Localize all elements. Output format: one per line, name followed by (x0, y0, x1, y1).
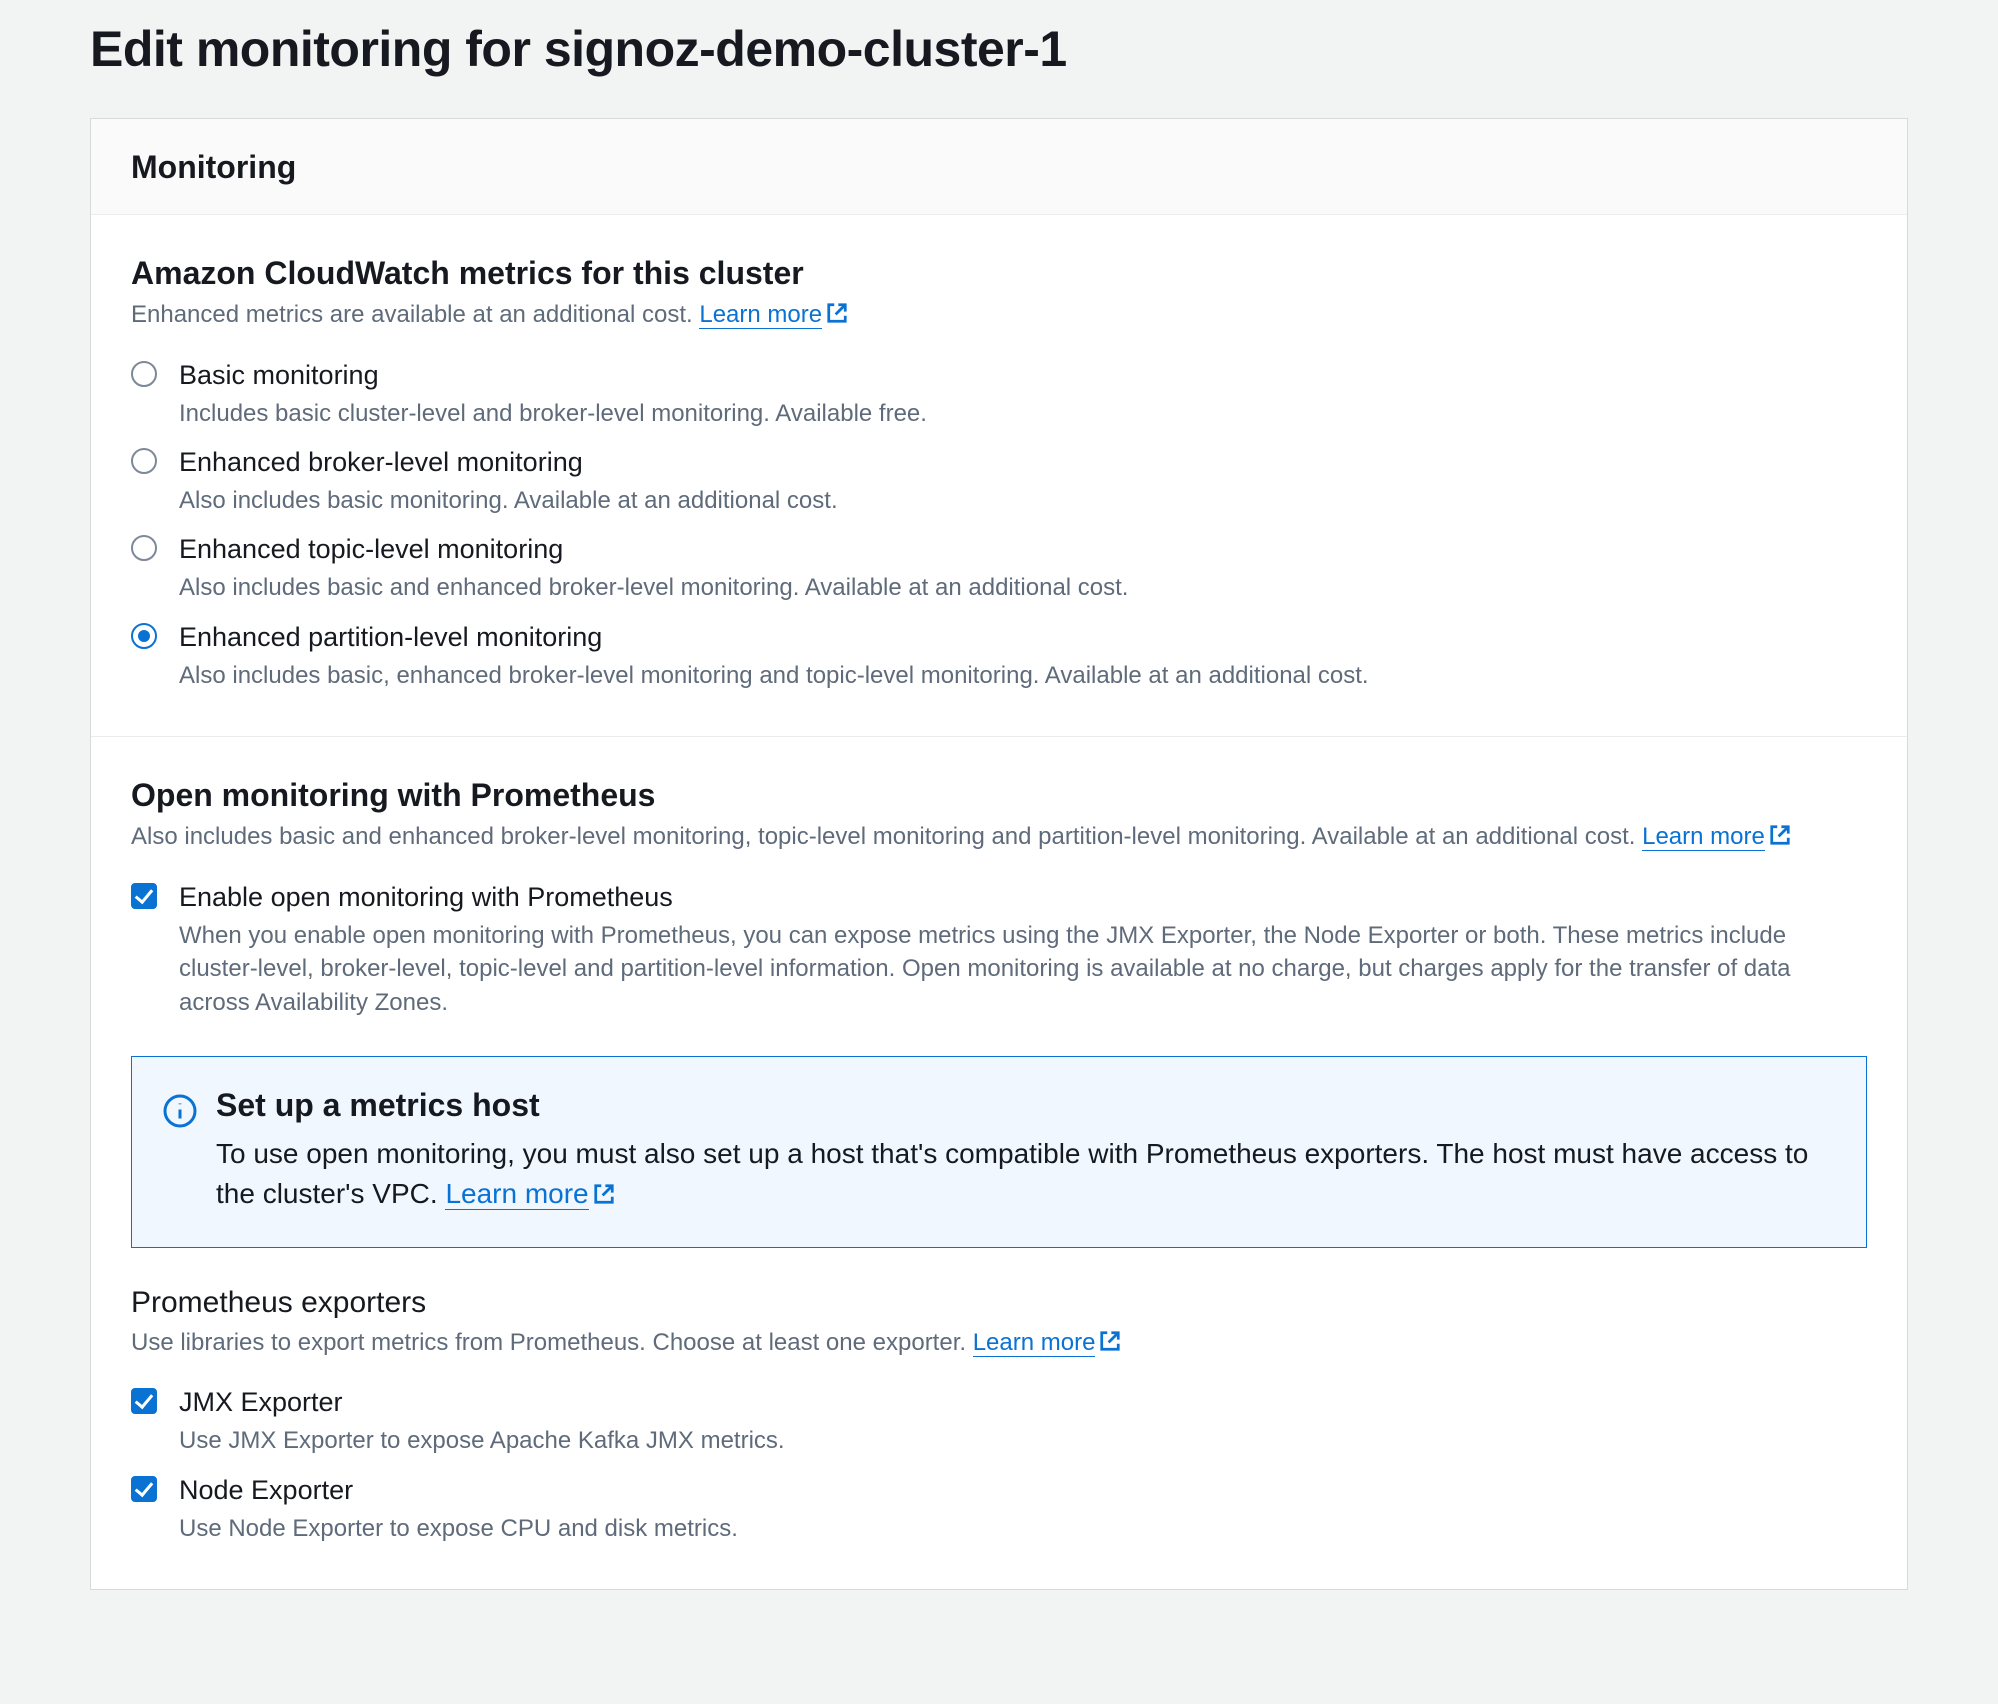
external-link-icon (1769, 822, 1791, 857)
radio-desc: Also includes basic, enhanced broker-lev… (179, 659, 1867, 693)
cloudwatch-subtext: Enhanced metrics are available at an add… (131, 298, 1867, 335)
checkbox-label: Node Exporter (179, 1474, 1867, 1508)
checkbox-input[interactable] (131, 883, 157, 909)
checkbox-label: Enable open monitoring with Prometheus (179, 881, 1867, 915)
radio-desc: Includes basic cluster-level and broker-… (179, 397, 1867, 431)
radio-option-broker[interactable]: Enhanced broker-level monitoring Also in… (131, 438, 1867, 525)
enable-prometheus-option[interactable]: Enable open monitoring with Prometheus W… (131, 873, 1867, 1028)
radio-option-basic[interactable]: Basic monitoring Includes basic cluster-… (131, 351, 1867, 438)
exporters-heading: Prometheus exporters (131, 1286, 1867, 1320)
prometheus-subtext: Also includes basic and enhanced broker-… (131, 820, 1867, 857)
exporters-learn-more-link[interactable]: Learn more (973, 1329, 1096, 1357)
cloudwatch-section: Amazon CloudWatch metrics for this clust… (91, 215, 1907, 736)
radio-desc: Also includes basic monitoring. Availabl… (179, 484, 1867, 518)
checkbox-input[interactable] (131, 1388, 157, 1414)
prometheus-section: Open monitoring with Prometheus Also inc… (91, 736, 1907, 1589)
cloudwatch-subtext-text: Enhanced metrics are available at an add… (131, 301, 699, 328)
learn-more-text: Learn more (699, 301, 822, 328)
radio-input[interactable] (131, 623, 157, 649)
card-header-title: Monitoring (131, 149, 1867, 186)
prometheus-learn-more-link[interactable]: Learn more (1642, 823, 1765, 851)
exporters-subtext-text: Use libraries to export metrics from Pro… (131, 1329, 973, 1356)
infobox-learn-more-link[interactable]: Learn more (445, 1178, 588, 1210)
learn-more-text: Learn more (1642, 823, 1765, 850)
infobox-body: To use open monitoring, you must also se… (216, 1134, 1832, 1217)
radio-label: Enhanced topic-level monitoring (179, 533, 1867, 567)
external-link-icon (1099, 1328, 1121, 1363)
learn-more-text: Learn more (445, 1178, 588, 1209)
radio-label: Enhanced partition-level monitoring (179, 621, 1867, 655)
radio-label: Enhanced broker-level monitoring (179, 446, 1867, 480)
radio-input[interactable] (131, 448, 157, 474)
radio-input[interactable] (131, 361, 157, 387)
cloudwatch-heading: Amazon CloudWatch metrics for this clust… (131, 255, 1867, 292)
monitoring-card: Monitoring Amazon CloudWatch metrics for… (90, 118, 1908, 1590)
radio-label: Basic monitoring (179, 359, 1867, 393)
radio-desc: Also includes basic and enhanced broker-… (179, 571, 1867, 605)
radio-input[interactable] (131, 535, 157, 561)
exporters-block: Prometheus exporters Use libraries to ex… (131, 1286, 1867, 1553)
external-link-icon (826, 300, 848, 335)
page-title: Edit monitoring for signoz-demo-cluster-… (90, 20, 1908, 78)
prometheus-heading: Open monitoring with Prometheus (131, 777, 1867, 814)
checkbox-desc: Use Node Exporter to expose CPU and disk… (179, 1512, 1867, 1546)
infobox-title: Set up a metrics host (216, 1087, 1832, 1124)
exporter-option-node[interactable]: Node Exporter Use Node Exporter to expos… (131, 1466, 1867, 1553)
radio-option-topic[interactable]: Enhanced topic-level monitoring Also inc… (131, 525, 1867, 612)
external-link-icon (593, 1176, 615, 1217)
exporter-option-jmx[interactable]: JMX Exporter Use JMX Exporter to expose … (131, 1378, 1867, 1465)
checkbox-desc: When you enable open monitoring with Pro… (179, 919, 1867, 1020)
exporters-subtext: Use libraries to export metrics from Pro… (131, 1326, 1867, 1363)
metrics-host-infobox: Set up a metrics host To use open monito… (131, 1056, 1867, 1248)
cloudwatch-learn-more-link[interactable]: Learn more (699, 301, 822, 329)
card-header: Monitoring (91, 119, 1907, 215)
checkbox-label: JMX Exporter (179, 1386, 1867, 1420)
checkbox-input[interactable] (131, 1476, 157, 1502)
checkbox-desc: Use JMX Exporter to expose Apache Kafka … (179, 1424, 1867, 1458)
prometheus-subtext-text: Also includes basic and enhanced broker-… (131, 823, 1642, 850)
info-icon (162, 1093, 198, 1129)
learn-more-text: Learn more (973, 1329, 1096, 1356)
cloudwatch-radio-group: Basic monitoring Includes basic cluster-… (131, 351, 1867, 700)
radio-option-partition[interactable]: Enhanced partition-level monitoring Also… (131, 613, 1867, 700)
